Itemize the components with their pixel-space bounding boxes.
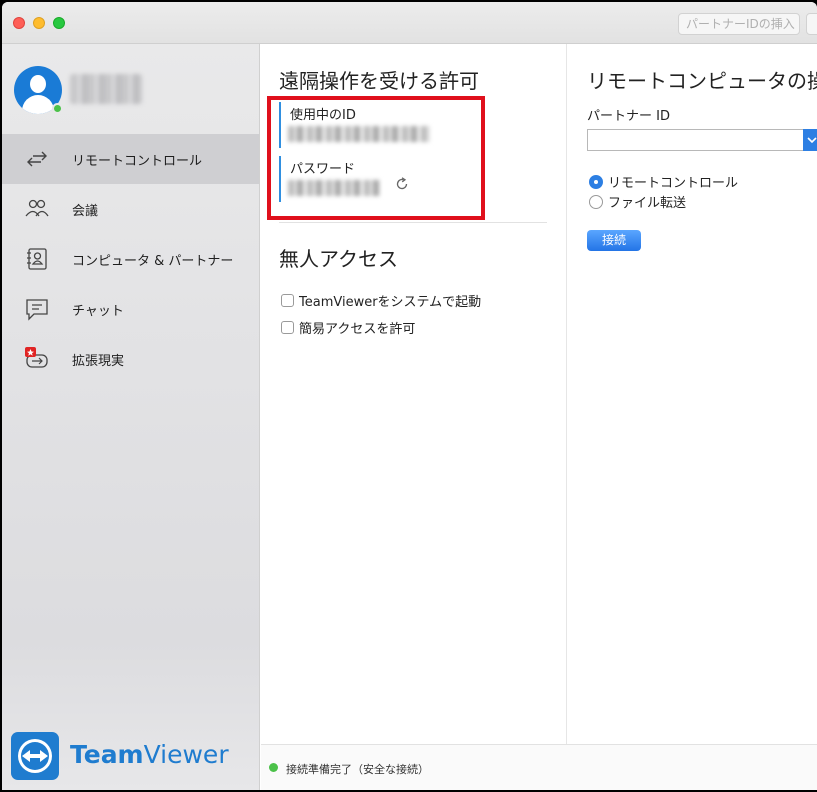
teamviewer-logo-icon (11, 732, 59, 780)
arrows-swap-icon (27, 151, 47, 167)
people-icon (25, 199, 49, 217)
minimize-window-button[interactable] (33, 17, 45, 29)
mode-file-transfer-option[interactable]: ファイル転送 (589, 192, 686, 211)
sidebar-item-label: チャット (72, 304, 124, 319)
section-divider (279, 222, 547, 223)
close-window-button[interactable] (13, 17, 25, 29)
sidebar-item-meeting[interactable]: 会議 (2, 184, 259, 234)
sidebar-item-label: 拡張現実 (72, 354, 125, 369)
unattended-access-title: 無人アクセス (279, 247, 398, 271)
avatar-head (30, 75, 46, 93)
start-with-system-option[interactable]: TeamViewerをシステムで起動 (281, 291, 481, 310)
partner-id-dropdown-button[interactable] (803, 129, 817, 151)
sidebar-item-label: コンピュータ & パートナー (72, 254, 234, 269)
avatar-body (22, 95, 54, 114)
mode-remote-control-option[interactable]: リモートコントロール (589, 172, 738, 191)
ar-glasses-icon (25, 347, 48, 368)
connection-status-dot (269, 763, 278, 772)
status-bar: 接続準備完了（安全な接続） (261, 744, 817, 790)
zoom-window-button[interactable] (53, 17, 65, 29)
sidebar: リモートコントロール 会議 コンピュータ & パートナー チャット 拡張現実 T… (2, 44, 260, 790)
online-status-dot (52, 103, 63, 114)
mode-file-transfer-radio[interactable] (589, 194, 603, 209)
teamviewer-window: パートナーIDの挿入 リモートコントロール 会議 コンピュータ & パートナー … (2, 2, 817, 790)
user-name-blurred (70, 74, 142, 104)
brand-regular: Viewer (143, 740, 229, 769)
mode-remote-control-label: リモートコントロール (608, 176, 739, 191)
partner-id-input[interactable] (587, 129, 817, 151)
allow-remote-title: 遠隔操作を受ける許可 (279, 69, 479, 93)
titlebar-extra-button[interactable] (806, 13, 817, 35)
mode-file-transfer-label: ファイル転送 (608, 196, 687, 211)
sidebar-item-label: 会議 (72, 204, 99, 219)
brand-bold: Team (70, 740, 144, 769)
teamviewer-wordmark: TeamViewer (70, 740, 229, 769)
connect-button[interactable]: 接続 (587, 230, 641, 251)
sidebar-item-augmented-reality[interactable]: 拡張現実 (2, 334, 259, 384)
control-remote-panel: リモートコンピュータの操 パートナー ID リモートコントロール ファイル転送 … (567, 44, 817, 744)
chat-icon (26, 299, 48, 321)
insert-partner-id-button[interactable]: パートナーIDの挿入 (678, 13, 800, 35)
sidebar-item-chat[interactable]: チャット (2, 284, 259, 334)
start-with-system-checkbox[interactable] (281, 294, 294, 307)
control-remote-title: リモートコンピュータの操 (587, 69, 817, 93)
partner-id-label: パートナー ID (587, 109, 670, 124)
easy-access-checkbox[interactable] (281, 321, 294, 334)
easy-access-option[interactable]: 簡易アクセスを許可 (281, 318, 415, 337)
sidebar-item-computers-partners[interactable]: コンピュータ & パートナー (2, 234, 259, 284)
start-with-system-label: TeamViewerをシステムで起動 (299, 295, 482, 310)
chevron-down-icon (807, 137, 817, 144)
allow-remote-panel: 遠隔操作を受ける許可 使用中のID パスワード 無人アクセス TeamViewe… (261, 44, 566, 744)
mode-remote-control-radio[interactable] (589, 174, 603, 189)
sidebar-item-label: リモートコントロール (72, 154, 203, 169)
easy-access-label: 簡易アクセスを許可 (299, 322, 416, 337)
sidebar-item-remote-control[interactable]: リモートコントロール (2, 134, 259, 184)
highlight-box (267, 96, 485, 220)
connection-status-text: 接続準備完了（安全な接続） (286, 763, 429, 776)
contact-book-icon (27, 248, 47, 270)
title-bar: パートナーIDの挿入 (2, 2, 817, 44)
